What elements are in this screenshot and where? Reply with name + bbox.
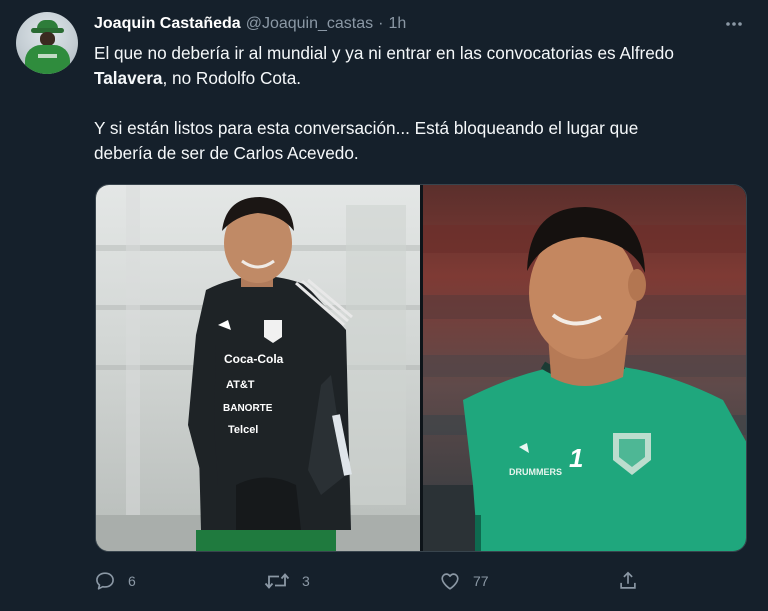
avatar-stripe	[38, 54, 57, 58]
author-name[interactable]: Joaquin Castañeda	[94, 15, 241, 33]
sponsor-banorte: BANORTE	[223, 403, 273, 414]
jersey-brand: DRUMMERS	[509, 467, 562, 477]
reply-button[interactable]: 6	[94, 566, 136, 596]
sponsor-telcel: Telcel	[228, 424, 258, 436]
share-button[interactable]	[617, 566, 639, 596]
photo-left[interactable]: Coca-Cola AT&T BANORTE Telcel	[96, 185, 420, 551]
photo-left-illustration: Coca-Cola AT&T BANORTE Telcel	[96, 185, 420, 551]
tweet[interactable]: Joaquin Castañeda @Joaquin_castas · 1h E…	[0, 0, 768, 611]
retweet-button[interactable]: 3	[264, 566, 310, 596]
tweet-paragraph-2: Y si están listos para esta conversación…	[94, 116, 754, 166]
tweet-actions: 6 3 77	[94, 566, 654, 596]
tweet-text: El que no debería ir al mundial y ya ni …	[94, 41, 754, 166]
sponsor-att: AT&T	[226, 379, 255, 391]
tweet-text-part: , no Rodolfo Cota.	[162, 68, 302, 88]
avatar-face	[40, 32, 55, 46]
tweet-paragraph-1: El que no debería ir al mundial y ya ni …	[94, 41, 754, 91]
tweet-media: Coca-Cola AT&T BANORTE Telcel 1 DRUMMERS	[95, 184, 747, 552]
tweet-text-bold: Talavera	[94, 68, 163, 88]
author-handle[interactable]: @Joaquin_castas	[246, 15, 373, 33]
tweet-text-part: debería de ser de Carlos Acevedo.	[94, 143, 359, 163]
tweet-header: Joaquin Castañeda @Joaquin_castas · 1h	[94, 13, 406, 35]
jersey-number: 1	[569, 443, 583, 473]
retweet-icon	[264, 573, 290, 589]
reply-count: 6	[128, 573, 136, 589]
like-icon	[441, 573, 459, 590]
separator-dot: ·	[378, 15, 384, 32]
avatar[interactable]	[16, 12, 78, 74]
timestamp[interactable]: 1h	[388, 15, 406, 33]
photo-right[interactable]: 1 DRUMMERS	[423, 185, 746, 551]
like-count: 77	[473, 573, 489, 589]
photo-right-illustration: 1 DRUMMERS	[423, 207, 746, 551]
retweet-count: 3	[302, 573, 310, 589]
more-options-button[interactable]	[722, 13, 746, 35]
tweet-text-part: El que no debería ir al mundial y ya ni …	[94, 43, 674, 63]
avatar-body	[25, 45, 70, 74]
sponsor-cocacola: Coca-Cola	[224, 352, 284, 366]
tweet-text-part: Y si están listos para esta conversación…	[94, 118, 639, 138]
share-icon	[620, 571, 636, 589]
more-icon	[726, 22, 742, 26]
like-button[interactable]: 77	[439, 566, 489, 596]
reply-icon	[96, 572, 114, 590]
